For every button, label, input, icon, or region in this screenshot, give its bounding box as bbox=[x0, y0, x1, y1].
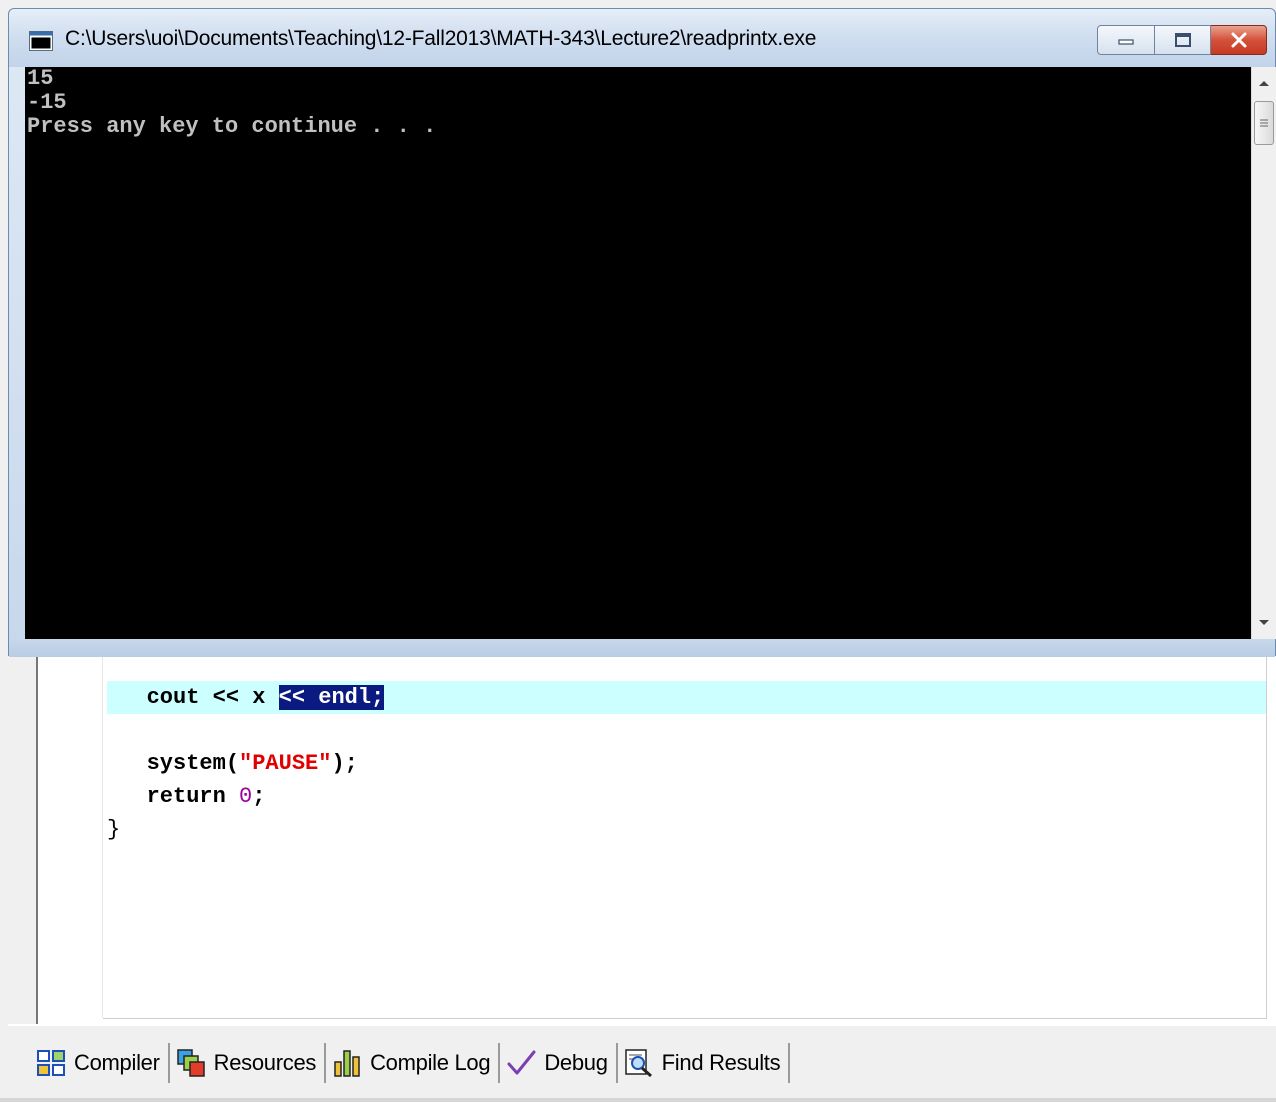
status-bar bbox=[0, 1098, 1276, 1102]
tab-find-results[interactable]: Find Results bbox=[618, 1043, 791, 1083]
console-output-area[interactable]: 15 -15 Press any key to continue . . . bbox=[25, 67, 1251, 639]
console-titlebar[interactable]: C:\Users\uoi\Documents\Teaching\12-Fall2… bbox=[9, 9, 1275, 67]
code-line[interactable]: system("PAUSE"); bbox=[107, 747, 358, 780]
bar-chart-icon bbox=[334, 1050, 360, 1077]
editor-left-bar bbox=[8, 652, 38, 1024]
code-string: "PAUSE" bbox=[239, 751, 332, 776]
tab-debug[interactable]: Debug bbox=[500, 1043, 618, 1083]
code-keyword: cout bbox=[146, 685, 200, 710]
minimize-button[interactable] bbox=[1097, 25, 1155, 55]
code-editor[interactable]: cout << x << endl; system("PAUSE"); retu… bbox=[103, 652, 1267, 1019]
code-keyword: return bbox=[146, 784, 226, 809]
close-button[interactable] bbox=[1211, 25, 1267, 55]
checkmark-icon bbox=[507, 1050, 536, 1075]
console-output: 15 -15 Press any key to continue . . . bbox=[27, 67, 437, 139]
tab-resources[interactable]: Resources bbox=[170, 1043, 327, 1083]
code-number: 0 bbox=[239, 784, 253, 809]
console-window[interactable]: C:\Users\uoi\Documents\Teaching\12-Fall2… bbox=[8, 8, 1276, 657]
tab-compile-log[interactable]: Compile Log bbox=[326, 1043, 501, 1083]
line-number-gutter[interactable] bbox=[38, 652, 103, 1018]
minimize-icon bbox=[1118, 39, 1134, 45]
scroll-thumb[interactable] bbox=[1254, 101, 1274, 145]
maximize-icon bbox=[1174, 33, 1191, 47]
grip-icon bbox=[1260, 119, 1268, 127]
console-frame-edge bbox=[9, 639, 1275, 657]
console-app-icon bbox=[29, 31, 53, 51]
bottom-panel-tabs: Compiler Resources Compile Log Debug Fin… bbox=[30, 1040, 791, 1086]
code-line[interactable]: return 0; bbox=[107, 780, 266, 813]
close-icon bbox=[1231, 32, 1246, 48]
resources-icon bbox=[176, 1049, 205, 1077]
window-controls bbox=[1097, 25, 1267, 55]
scroll-up-button[interactable] bbox=[1252, 69, 1276, 97]
maximize-button[interactable] bbox=[1155, 25, 1211, 55]
tab-compiler[interactable]: Compiler bbox=[30, 1043, 170, 1083]
scroll-down-button[interactable] bbox=[1252, 609, 1276, 637]
arrow-down-icon bbox=[1259, 620, 1269, 625]
console-scrollbar[interactable] bbox=[1251, 67, 1276, 639]
console-title: C:\Users\uoi\Documents\Teaching\12-Fall2… bbox=[65, 27, 817, 50]
find-results-icon bbox=[624, 1049, 652, 1078]
code-line[interactable]: } bbox=[107, 813, 120, 846]
compiler-grid-icon bbox=[37, 1050, 65, 1076]
arrow-up-icon bbox=[1259, 81, 1269, 86]
code-line-active[interactable]: cout << x << endl; bbox=[107, 681, 1266, 714]
code-selection[interactable]: << endl; bbox=[278, 685, 385, 710]
